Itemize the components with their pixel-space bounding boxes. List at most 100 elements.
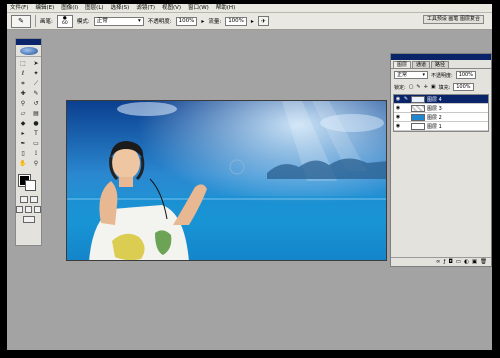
- crop-tool-icon[interactable]: ⌗: [17, 79, 29, 88]
- chevron-right-icon[interactable]: ▸: [201, 18, 204, 25]
- eye-icon[interactable]: ◉: [395, 105, 401, 111]
- mode-value: 正常: [96, 17, 108, 24]
- airbrush-button[interactable]: ✈: [257, 16, 269, 26]
- palette-well[interactable]: 工具预设 画笔 图层复合: [422, 15, 484, 24]
- tab-channels[interactable]: 通道: [412, 61, 431, 68]
- menu-view[interactable]: 视图(V): [162, 4, 181, 13]
- chevron-right-icon[interactable]: ▸: [251, 18, 254, 25]
- full-screen-menu-button[interactable]: [25, 206, 32, 213]
- flow-field[interactable]: 100%: [225, 16, 247, 26]
- eraser-tool-icon[interactable]: ▱: [17, 109, 29, 118]
- quick-mask-controls: [16, 196, 41, 203]
- magic-wand-tool-icon[interactable]: ✦: [30, 69, 42, 78]
- eye-icon[interactable]: ◉: [395, 123, 401, 129]
- lock-paint-icon[interactable]: ✎: [416, 84, 420, 90]
- link-layers-icon[interactable]: ∞: [436, 259, 441, 265]
- blend-mode-select[interactable]: 正常 ▾: [394, 71, 428, 79]
- screen-mode-controls: [16, 206, 41, 213]
- blend-mode-value: 正常: [397, 71, 408, 78]
- menu-layer[interactable]: 图层(L): [85, 4, 103, 13]
- layer-name: 图层 3: [427, 105, 442, 112]
- tool-grid: ⬚ ➤ ℓ ✦ ⌗ ⟋ ✚ ✎ ⚲ ↺ ▱ ▤ ◆ ● ▸ T ✒ ▭ ▯ ⟟ …: [16, 57, 41, 170]
- photoshop-logo[interactable]: [16, 45, 41, 57]
- chevron-down-icon: ▾: [422, 71, 425, 78]
- clone-stamp-tool-icon[interactable]: ⚲: [17, 99, 29, 108]
- layer-style-icon[interactable]: ƒ: [444, 259, 446, 265]
- path-selection-tool-icon[interactable]: ▸: [17, 129, 29, 138]
- layer-name: 图层 2: [427, 114, 442, 121]
- mode-select[interactable]: 正常 ▾: [93, 16, 144, 26]
- fill-field[interactable]: 100%: [453, 83, 474, 91]
- menu-file[interactable]: 文件(F): [10, 4, 28, 13]
- shape-tool-icon[interactable]: ▭: [30, 139, 42, 148]
- move-tool-icon[interactable]: ➤: [30, 59, 42, 68]
- eyedropper-tool-icon[interactable]: ⟟: [30, 149, 42, 158]
- menu-edit[interactable]: 编辑(E): [35, 4, 54, 13]
- layer-opacity-field[interactable]: 100%: [455, 71, 476, 79]
- dodge-tool-icon[interactable]: ●: [30, 119, 42, 128]
- healing-brush-tool-icon[interactable]: ✚: [17, 89, 29, 98]
- panel-footer: ∞ ƒ ◘ ▭ ◐ ▣ 🗑: [391, 257, 491, 266]
- layer-row[interactable]: ◉ ✎ 图层 4: [394, 95, 488, 104]
- layer-opacity-value: 100%: [458, 71, 473, 78]
- slice-tool-icon[interactable]: ⟋: [30, 79, 42, 88]
- tool-preset-picker[interactable]: ✎: [11, 14, 31, 28]
- chevron-down-icon: ▾: [137, 17, 141, 24]
- tab-layers[interactable]: 图层: [393, 61, 412, 68]
- menu-select[interactable]: 选择(S): [111, 4, 130, 13]
- background-color[interactable]: [25, 180, 36, 191]
- imageready-controls: [16, 216, 41, 223]
- hand-tool-icon[interactable]: ✋: [17, 159, 29, 168]
- history-brush-tool-icon[interactable]: ↺: [30, 99, 42, 108]
- blend-row: 正常 ▾ 不透明度: 100%: [391, 69, 491, 81]
- layer-list: ◉ ✎ 图层 4 ◉ 图层 3 ◉ 图层 2 ◉ 图层 1: [393, 94, 489, 132]
- opacity-label: 不透明度:: [431, 72, 453, 79]
- lock-move-icon[interactable]: ✛: [424, 84, 428, 90]
- brush-size: 60: [61, 21, 68, 26]
- lock-transparency-icon[interactable]: ▢: [409, 84, 414, 90]
- notes-tool-icon[interactable]: ▯: [17, 149, 29, 158]
- quick-mask-button[interactable]: [29, 196, 38, 203]
- blur-tool-icon[interactable]: ◆: [17, 119, 29, 128]
- trash-icon[interactable]: 🗑: [480, 259, 487, 265]
- canvas-image: [67, 101, 386, 260]
- pen-tool-icon[interactable]: ✒: [17, 139, 29, 148]
- tab-paths[interactable]: 路径: [431, 61, 450, 68]
- brush-picker[interactable]: ● 60: [56, 14, 73, 28]
- eye-icon[interactable]: ◉: [395, 114, 401, 120]
- full-screen-button[interactable]: [34, 206, 41, 213]
- adjustment-layer-icon[interactable]: ◐: [464, 259, 469, 265]
- zoom-tool-icon[interactable]: ⚲: [30, 159, 42, 168]
- menu-bar: 文件(F) 编辑(E) 图像(I) 图层(L) 选择(S) 滤镜(T) 视图(V…: [7, 4, 492, 13]
- brush-icon: ✎: [18, 17, 24, 25]
- layer-row[interactable]: ◉ 图层 3: [394, 104, 488, 113]
- brush-tool-icon[interactable]: ✎: [30, 89, 42, 98]
- standard-screen-button[interactable]: [16, 206, 23, 213]
- standard-mode-button[interactable]: [19, 196, 28, 203]
- layer-row[interactable]: ◉ 图层 1: [394, 122, 488, 131]
- eye-icon[interactable]: ◉: [395, 96, 401, 102]
- gradient-tool-icon[interactable]: ▤: [30, 109, 42, 118]
- toolbox: ⬚ ➤ ℓ ✦ ⌗ ⟋ ✚ ✎ ⚲ ↺ ▱ ▤ ◆ ● ▸ T ✒ ▭ ▯ ⟟ …: [15, 38, 42, 246]
- lock-all-icon[interactable]: ▣: [431, 84, 436, 90]
- menu-image[interactable]: 图像(I): [61, 4, 78, 13]
- opacity-field[interactable]: 100%: [175, 16, 198, 26]
- panel-tabs: 图层 通道 路径: [391, 60, 491, 69]
- marquee-tool-icon[interactable]: ⬚: [17, 59, 29, 68]
- feather-icon: [19, 46, 38, 55]
- menu-help[interactable]: 帮助(H): [216, 4, 235, 13]
- document-canvas[interactable]: [66, 100, 387, 261]
- lasso-tool-icon[interactable]: ℓ: [17, 69, 29, 78]
- layer-row[interactable]: ◉ 图层 2: [394, 113, 488, 122]
- photoshop-window: 文件(F) 编辑(E) 图像(I) 图层(L) 选择(S) 滤镜(T) 视图(V…: [7, 4, 492, 350]
- flow-label: 流量:: [208, 19, 222, 25]
- flow-value: 100%: [228, 17, 244, 24]
- jump-to-imageready-button[interactable]: [22, 216, 35, 223]
- layer-mask-icon[interactable]: ◘: [448, 259, 452, 265]
- menu-window[interactable]: 窗口(W): [188, 4, 209, 13]
- type-tool-icon[interactable]: T: [30, 129, 42, 138]
- menu-filter[interactable]: 滤镜(T): [136, 4, 155, 13]
- new-layer-icon[interactable]: ▣: [472, 259, 477, 265]
- lock-row: 锁定: ▢ ✎ ✛ ▣ 填充: 100%: [391, 81, 491, 93]
- new-group-icon[interactable]: ▭: [456, 259, 461, 265]
